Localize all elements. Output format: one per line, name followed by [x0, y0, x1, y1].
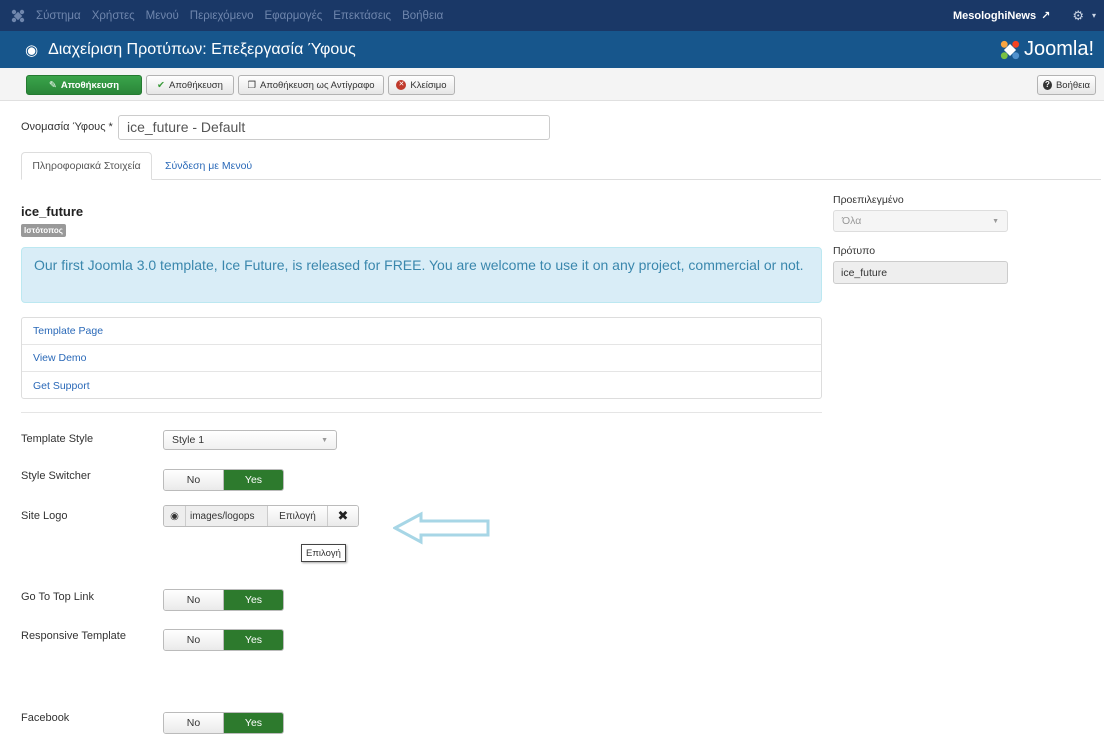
menu-item-components[interactable]: Εφαρμογές [264, 10, 322, 22]
chevron-down-icon: ▼ [992, 217, 999, 225]
menu-item-help[interactable]: Βοήθεια [402, 10, 443, 22]
template-page-link[interactable]: Template Page [22, 318, 821, 345]
template-style-select[interactable]: Style 1 ▼ [163, 430, 337, 450]
clear-icon[interactable]: ✖ [328, 506, 358, 526]
top-navbar: Σύστημα Χρήστες Μενού Περιεχόμενο Εφαρμο… [0, 0, 1104, 31]
style-name-input[interactable]: ice_future - Default [118, 115, 550, 140]
facebook-no[interactable]: No [164, 713, 224, 733]
eye-icon: ◉ [25, 41, 39, 59]
menu-item-users[interactable]: Χρήστες [92, 10, 135, 22]
style-name-label: Ονομασία Ύφους * [21, 121, 113, 133]
go-to-top-label: Go To Top Link [21, 591, 94, 603]
menu-item-content[interactable]: Περιεχόμενο [190, 10, 254, 22]
template-links: Template Page View Demo Get Support [21, 317, 822, 399]
style-switcher-toggle: No Yes [163, 469, 284, 491]
gear-icon[interactable]: ⚙ [1072, 8, 1084, 24]
close-label: Κλείσιμο [410, 79, 447, 91]
toolbar: ✎ Αποθήκευση ✔ Αποθήκευση ❐ Αποθήκευση ω… [0, 68, 1104, 101]
check-icon: ✔ [157, 79, 166, 91]
tab-bar: Πληροφοριακά Στοιχεία Σύνδεση με Μενού [21, 152, 1101, 180]
save-button-label: Αποθήκευση [60, 79, 120, 91]
style-switcher-label: Style Switcher [21, 470, 91, 482]
default-label: Προεπιλεγμένο [833, 194, 904, 206]
template-description: Our first Joomla 3.0 template, Ice Futur… [21, 247, 822, 303]
joomla-brand-icon [1000, 40, 1020, 59]
default-select[interactable]: Όλα ▼ [833, 210, 1008, 232]
responsive-label: Responsive Template [21, 630, 126, 642]
close-icon: ✕ [396, 80, 407, 90]
site-logo-path: images/logops [186, 506, 268, 526]
tab-details[interactable]: Πληροφοριακά Στοιχεία [21, 152, 152, 180]
go-to-top-toggle: No Yes [163, 589, 284, 611]
go-to-top-no[interactable]: No [164, 590, 224, 610]
menu-item-menus[interactable]: Μενού [146, 10, 179, 22]
view-demo-link[interactable]: View Demo [22, 345, 821, 372]
chevron-down-icon: ▾ [1091, 11, 1096, 20]
menu-item-extensions[interactable]: Επεκτάσεις [333, 10, 391, 22]
facebook-toggle: No Yes [163, 712, 284, 734]
default-select-value: Όλα [842, 215, 862, 227]
template-readonly-field: ice_future [833, 261, 1008, 284]
save-button[interactable]: ✎ Αποθήκευση [26, 75, 142, 95]
tab-menu-assignment[interactable]: Σύνδεση με Μενού [157, 152, 260, 180]
facebook-yes[interactable]: Yes [224, 713, 283, 733]
page-title: Διαχείριση Προτύπων: Επεξεργασία Ύφους [48, 40, 356, 58]
style-switcher-yes[interactable]: Yes [224, 470, 283, 490]
menu-item-system[interactable]: Σύστημα [36, 10, 81, 22]
tooltip: Επιλογή [301, 544, 346, 562]
site-badge: Ιστότοπος [21, 224, 66, 237]
template-style-label: Template Style [21, 433, 94, 445]
joomla-brand: Joomla! [999, 38, 1094, 61]
external-link-icon: ↗ [1041, 10, 1051, 22]
chevron-down-icon: ▼ [321, 436, 328, 444]
save-close-button[interactable]: ✔ Αποθήκευση [146, 75, 234, 95]
site-link[interactable]: MesologhiNews ↗ ⚙ ▾ [953, 8, 1104, 24]
site-logo-label: Site Logo [21, 510, 68, 522]
main-menu: Σύστημα Χρήστες Μενού Περιεχόμενο Εφαρμο… [36, 10, 454, 22]
save-close-label: Αποθήκευση [169, 79, 223, 91]
site-logo-media-field: ◉ images/logops Επιλογή ✖ [163, 505, 359, 527]
save-as-copy-button[interactable]: ❐ Αποθήκευση ως Αντίγραφο [238, 75, 384, 95]
close-button[interactable]: ✕ Κλείσιμο [388, 75, 455, 95]
help-label: Βοήθεια [1055, 79, 1090, 91]
divider [21, 412, 822, 413]
site-logo-select-button[interactable]: Επιλογή [268, 506, 328, 526]
help-button[interactable]: ? Βοήθεια [1037, 75, 1096, 95]
template-style-value: Style 1 [172, 434, 205, 446]
responsive-toggle: No Yes [163, 629, 284, 651]
preview-eye-icon[interactable]: ◉ [164, 506, 186, 526]
joomla-logo-icon[interactable] [0, 9, 36, 23]
page-header: ◉ Διαχείριση Προτύπων: Επεξεργασία Ύφους… [0, 31, 1104, 68]
style-switcher-no[interactable]: No [164, 470, 224, 490]
responsive-yes[interactable]: Yes [224, 630, 283, 650]
copy-icon: ❐ [247, 79, 256, 91]
site-name[interactable]: MesologhiNews [953, 10, 1036, 22]
annotation-arrow-icon [393, 511, 490, 545]
go-to-top-yes[interactable]: Yes [224, 590, 283, 610]
get-support-link[interactable]: Get Support [22, 372, 821, 399]
responsive-no[interactable]: No [164, 630, 224, 650]
brand-text: Joomla! [1023, 38, 1094, 60]
template-name: ice_future [21, 204, 84, 219]
facebook-label: Facebook [21, 712, 70, 724]
edit-icon: ✎ [48, 79, 57, 91]
template-label: Πρότυπο [833, 245, 876, 257]
save-copy-label: Αποθήκευση ως Αντίγραφο [259, 79, 375, 91]
help-icon: ? [1043, 80, 1052, 90]
